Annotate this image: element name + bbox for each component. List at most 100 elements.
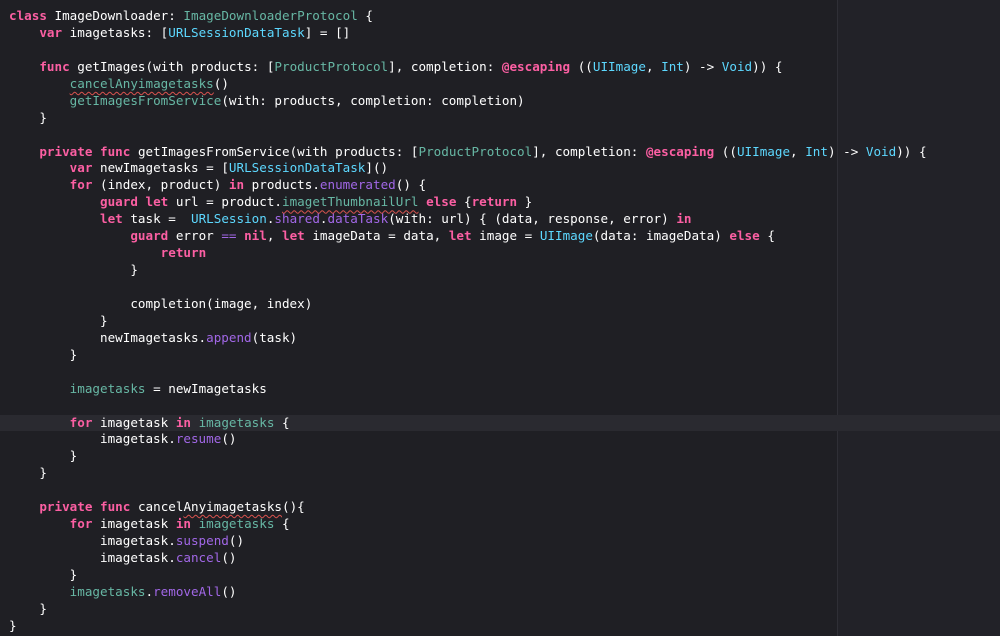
code-token: = newImagetasks — [145, 380, 267, 396]
code-token: )) { — [896, 143, 927, 159]
code-token: } — [517, 194, 533, 210]
code-line[interactable]: imagetask.suspend() — [0, 533, 1000, 550]
code-token: () { — [395, 177, 427, 193]
code-token: class — [9, 8, 47, 23]
code-line[interactable]: completion(image, index) — [0, 296, 1000, 313]
code-token: func — [39, 58, 70, 74]
code-line[interactable]: private func cancelAnyimagetasks(){ — [0, 499, 1000, 516]
code-token: getImages(with products: [ — [69, 58, 275, 74]
code-token: (( — [714, 143, 737, 159]
code-token: () — [221, 583, 237, 599]
code-token: cancel — [130, 499, 184, 515]
code-line[interactable]: } — [0, 347, 1000, 364]
code-line[interactable]: class ImageDownloader: ImageDownloaderPr… — [0, 8, 1000, 25]
code-line[interactable]: imagetasks = newImagetasks — [0, 381, 1000, 398]
code-token: let — [282, 228, 305, 244]
current-code-line[interactable]: for imagetask in imagetasks { — [0, 414, 1000, 432]
code-line[interactable]: newImagetasks.append(task) — [0, 330, 1000, 347]
code-line[interactable]: for (index, product) in products.enumera… — [0, 177, 1000, 194]
code-token: } — [9, 617, 17, 633]
code-token: Int — [661, 58, 684, 74]
code-token: completion(image, index) — [9, 295, 313, 311]
code-token: ) -> — [683, 58, 722, 74]
code-line[interactable]: guard let url = product.imagetThumbnailU… — [0, 194, 1000, 211]
code-line[interactable] — [0, 127, 1000, 144]
code-token: imagetasks — [69, 380, 146, 396]
code-token: for — [69, 177, 93, 193]
code-token: ]() — [365, 160, 389, 176]
code-token: URLSessionDataTask — [228, 160, 366, 176]
code-token: suspend — [175, 533, 229, 549]
code-line[interactable]: return — [0, 245, 1000, 262]
code-line[interactable]: } — [0, 110, 1000, 127]
code-token: () — [213, 75, 229, 91]
code-token: Void — [865, 143, 897, 159]
code-line[interactable]: imagetask.cancel() — [0, 550, 1000, 567]
code-token: imagetasks — [198, 516, 275, 532]
code-line[interactable]: } — [0, 262, 1000, 279]
code-token: } — [9, 346, 78, 362]
code-token: task = — [122, 211, 191, 227]
code-line[interactable]: cancelAnyimagetasks() — [0, 76, 1000, 93]
code-token: products. — [244, 177, 320, 193]
code-token: imagetask. — [9, 550, 176, 565]
code-line[interactable]: } — [0, 618, 1000, 635]
code-line[interactable]: guard error == nil, let imageData = data… — [0, 228, 1000, 245]
code-token: , — [645, 58, 662, 74]
code-token: in — [175, 516, 191, 532]
code-token: @escaping — [645, 143, 715, 159]
code-line[interactable]: } — [0, 567, 1000, 584]
code-line[interactable]: } — [0, 601, 1000, 618]
code-token: } — [9, 262, 138, 278]
code-token: guard — [130, 228, 169, 244]
code-token: Int — [805, 143, 828, 159]
code-token: imagetasks — [198, 414, 275, 430]
code-line[interactable]: func getImages(with products: [ProductPr… — [0, 59, 1000, 76]
code-token: () — [228, 533, 245, 549]
code-token: } — [9, 448, 78, 464]
source-code[interactable]: class ImageDownloader: ImageDownloaderPr… — [0, 8, 1000, 635]
code-line[interactable]: imagetask.resume() — [0, 431, 1000, 448]
code-token: cancel — [175, 550, 222, 565]
code-token: . — [145, 583, 154, 599]
code-line[interactable] — [0, 398, 1000, 415]
code-line[interactable] — [0, 42, 1000, 59]
code-token: . — [319, 211, 328, 227]
code-editor[interactable]: class ImageDownloader: ImageDownloaderPr… — [0, 0, 1000, 636]
code-line[interactable] — [0, 364, 1000, 381]
code-token: UIImage — [539, 228, 593, 244]
code-line[interactable]: getImagesFromService(with: products, com… — [0, 93, 1000, 110]
code-line[interactable]: var newImagetasks = [URLSessionDataTask]… — [0, 160, 1000, 177]
code-line[interactable]: } — [0, 313, 1000, 330]
code-token: else — [729, 228, 760, 244]
code-token: in — [676, 211, 692, 227]
code-line[interactable]: for imagetask in imagetasks { — [0, 516, 1000, 533]
code-line[interactable]: imagetasks.removeAll() — [0, 584, 1000, 601]
code-line[interactable]: let task = URLSession.shared.dataTask(wi… — [0, 211, 1000, 228]
code-token: (){ — [282, 499, 305, 515]
code-token: for — [69, 516, 93, 532]
code-line[interactable] — [0, 482, 1000, 499]
code-token: imagetasks: [ — [62, 24, 169, 40]
code-line[interactable] — [0, 279, 1000, 296]
code-token: return — [160, 245, 207, 261]
code-token: imagetask — [92, 414, 176, 430]
code-token: (with: products, completion: completion) — [221, 92, 525, 108]
code-line[interactable]: } — [0, 448, 1000, 465]
code-line[interactable]: } — [0, 465, 1000, 482]
code-token: (data: imageData) — [592, 228, 730, 244]
code-line[interactable]: var imagetasks: [URLSessionDataTask] = [… — [0, 25, 1000, 42]
code-token: (( — [570, 58, 593, 74]
code-line[interactable]: private func getImagesFromService(with p… — [0, 144, 1000, 161]
code-token: append — [206, 329, 252, 345]
code-token: private — [39, 143, 93, 159]
